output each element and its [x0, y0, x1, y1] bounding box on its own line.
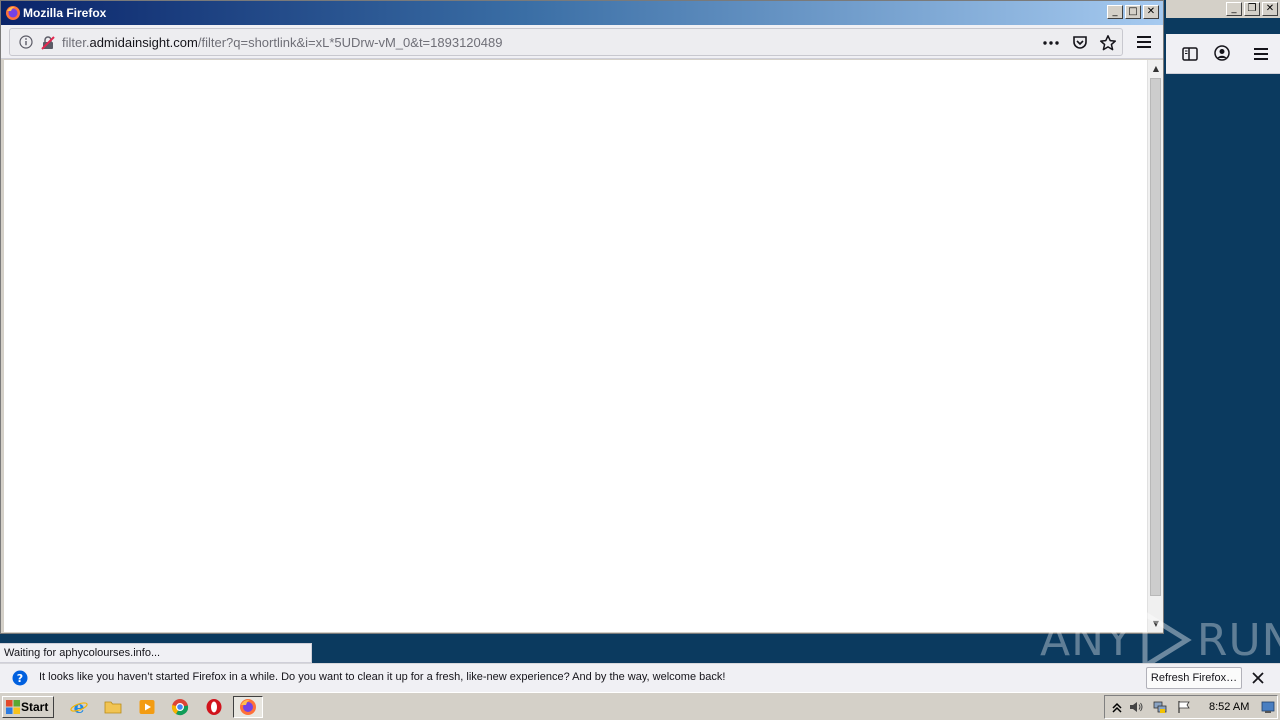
url-bar[interactable]: filter.admidainsight.com/filter?q=shortl…	[9, 28, 1123, 56]
insecure-lock-icon[interactable]	[40, 35, 56, 51]
window-title: Mozilla Firefox	[23, 6, 107, 20]
opera-icon[interactable]	[205, 698, 223, 716]
background-minimize-button[interactable]: _	[1226, 2, 1242, 16]
chrome-icon[interactable]	[171, 698, 189, 716]
background-firefox-window: _ ❐ ✕	[1166, 0, 1280, 663]
start-button[interactable]: Start	[2, 696, 54, 718]
pocket-icon[interactable]	[1071, 34, 1089, 52]
firefox-icon	[240, 699, 256, 715]
background-window-controls: _ ❐ ✕	[1226, 2, 1278, 16]
svg-text:e: e	[74, 698, 85, 716]
refresh-firefox-button[interactable]: Refresh Firefox…	[1146, 667, 1242, 689]
refresh-notification-bar: ? It looks like you haven’t started Fire…	[0, 663, 1280, 692]
clock: 8:52 AM	[1209, 701, 1250, 713]
navigation-toolbar: filter.admidainsight.com/filter?q=shortl…	[1, 25, 1163, 59]
internet-explorer-icon[interactable]: e	[70, 698, 88, 716]
play-triangle-icon	[1142, 610, 1192, 670]
notification-message: It looks like you haven’t started Firefo…	[39, 671, 726, 683]
firefox-taskbar-button[interactable]	[233, 696, 263, 718]
close-icon[interactable]	[1251, 671, 1265, 685]
info-icon[interactable]	[19, 35, 33, 49]
file-explorer-icon[interactable]	[104, 698, 122, 716]
anyrun-watermark: ANY RUN	[1040, 610, 1280, 670]
action-center-flag-icon[interactable]	[1177, 700, 1191, 714]
url-domain: admidainsight.com	[89, 35, 198, 50]
url-path: /filter?q=shortlink&i=xL*5UDrw-vM_0&t=18…	[197, 35, 503, 50]
vertical-scrollbar[interactable]: ▲ ▼	[1147, 60, 1163, 632]
account-icon[interactable]	[1213, 44, 1231, 62]
page-content[interactable]	[4, 60, 1147, 632]
firefox-window: Mozilla Firefox _ □ ✕ filter.admidainsig…	[0, 0, 1164, 634]
scroll-up-arrow[interactable]: ▲	[1149, 61, 1163, 76]
background-toolbar	[1166, 34, 1280, 74]
windows-logo-icon	[6, 700, 20, 714]
firefox-icon	[6, 6, 20, 20]
hamburger-menu-icon[interactable]	[1135, 33, 1153, 51]
url-text[interactable]: filter.admidainsight.com/filter?q=shortl…	[62, 35, 502, 50]
minimize-button[interactable]: _	[1107, 5, 1123, 19]
background-title-bar[interactable]: _ ❐ ✕	[1166, 0, 1280, 18]
background-hamburger-menu-icon[interactable]	[1252, 45, 1270, 63]
maximize-button[interactable]: □	[1125, 5, 1141, 19]
url-prefix: filter.	[62, 35, 90, 50]
start-label: Start	[21, 700, 49, 714]
show-desktop-icon[interactable]	[1261, 700, 1275, 714]
sidebar-icon[interactable]	[1181, 45, 1199, 63]
background-restore-button[interactable]: ❐	[1244, 2, 1260, 16]
scroll-thumb[interactable]	[1150, 78, 1161, 596]
title-bar[interactable]: Mozilla Firefox _ □ ✕	[1, 1, 1163, 25]
background-close-button[interactable]: ✕	[1262, 2, 1278, 16]
status-panel: Waiting for aphycolourses.info...	[0, 643, 312, 663]
close-button[interactable]: ✕	[1143, 5, 1159, 19]
taskbar: Start e 8:52 AM	[0, 692, 1280, 720]
watermark-right-text: RUN	[1196, 614, 1280, 666]
watermark-left-text: ANY	[1040, 614, 1133, 666]
more-actions-icon[interactable]	[1042, 35, 1060, 51]
bookmark-star-icon[interactable]	[1099, 34, 1117, 52]
window-controls: _ □ ✕	[1107, 5, 1159, 19]
svg-text:?: ?	[17, 672, 23, 685]
media-player-icon[interactable]	[138, 698, 156, 716]
question-icon: ?	[12, 670, 28, 686]
system-tray: 8:52 AM	[1104, 695, 1278, 719]
network-icon[interactable]	[1153, 700, 1167, 714]
volume-icon[interactable]	[1129, 700, 1143, 714]
show-hidden-icons-icon[interactable]	[1110, 700, 1124, 714]
